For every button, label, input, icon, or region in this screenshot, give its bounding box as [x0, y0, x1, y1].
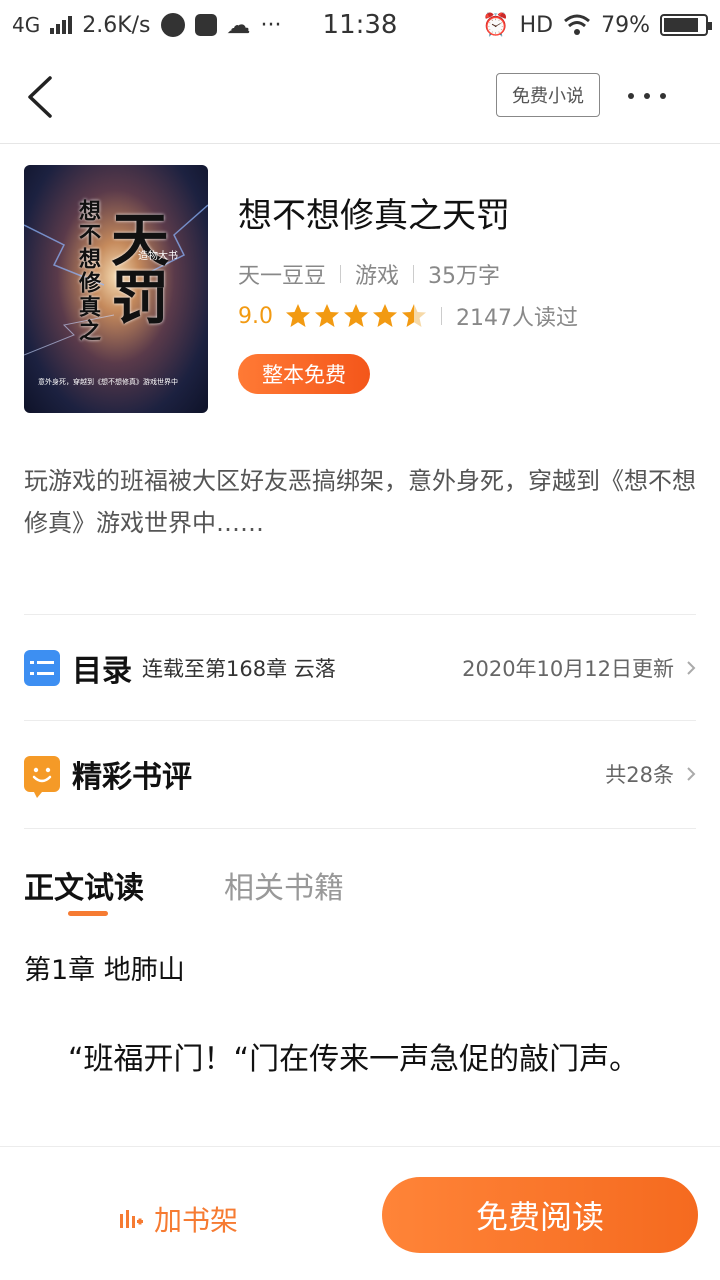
network-type: 4G	[12, 13, 41, 37]
toc-latest-chapter: 连载至第168章 云落	[142, 656, 336, 681]
alarm-icon: ⏰	[482, 12, 510, 38]
battery-icon	[660, 14, 712, 36]
content-tabs: 正文试读 相关书籍	[24, 828, 696, 918]
review-smile-icon	[24, 755, 60, 798]
star-icon	[373, 304, 397, 327]
add-to-shelf-label: 加书架	[154, 1204, 239, 1237]
star-icon	[315, 304, 339, 327]
star-rating	[285, 303, 427, 329]
book-title: 想不想修真之天罚	[238, 196, 510, 236]
active-tab-indicator	[68, 911, 108, 916]
book-score: 9.0	[238, 303, 273, 329]
wifi-icon	[564, 14, 591, 35]
bottom-bar: 加书架 免费阅读	[0, 1146, 720, 1280]
divider	[340, 265, 342, 283]
book-author[interactable]: 天一豆豆	[238, 258, 326, 290]
app-notification-icon	[194, 14, 217, 36]
tab-related-books[interactable]: 相关书籍	[224, 863, 344, 907]
status-bar: 4G 2.6K/s ☁ ··· 11:38 ⏰ HD 79%	[0, 0, 720, 50]
free-read-button[interactable]: 免费阅读	[382, 1177, 698, 1253]
cover-author: 造物大书	[138, 251, 178, 262]
back-arrow-icon[interactable]	[24, 74, 54, 120]
readers-count: 2147人读过	[456, 306, 578, 331]
divider	[413, 265, 415, 283]
reviews-count: 共28条	[605, 762, 674, 787]
book-word-count: 35万字	[428, 264, 501, 289]
cloud-icon: ☁	[226, 11, 251, 39]
preview-text: “班福开门！“门在传来一声急促的敲门声。	[68, 1042, 640, 1077]
chevron-right-icon	[687, 660, 696, 675]
star-icon	[286, 304, 310, 327]
network-speed: 2.6K/s	[82, 12, 151, 38]
divider	[441, 307, 442, 325]
star-icon	[344, 304, 368, 327]
toc-title: 目录	[72, 653, 132, 689]
cover-blurb: 意外身死，穿越到《想不想修真》游戏世界中	[38, 378, 178, 386]
chapter-title: 第1章 地肺山	[24, 955, 185, 986]
battery-percent: 79%	[601, 12, 650, 38]
tab-preview[interactable]: 正文试读	[24, 863, 144, 907]
book-cover[interactable]: 想不想修真之 天罚 造物大书 意外身死，穿越到《想不想修真》游戏世界中	[24, 165, 208, 413]
cover-subtitle: 想不想修真之	[75, 199, 101, 343]
toc-updated: 2020年10月12日更新	[462, 656, 674, 681]
rating-row: 9.0 2147人读过	[238, 300, 578, 332]
nav-bar	[0, 50, 720, 144]
more-options-icon[interactable]	[628, 93, 666, 99]
add-to-shelf-button[interactable]: 加书架	[118, 1199, 238, 1239]
free-badge: 整本免费	[238, 354, 370, 394]
bookshelf-icon	[120, 1210, 143, 1228]
book-meta: 天一豆豆 游戏 35万字	[238, 258, 500, 290]
star-icon	[402, 304, 426, 327]
toc-row[interactable]: 目录 连载至第168章 云落 2020年10月12日更新	[24, 614, 696, 720]
reviews-row[interactable]: 精彩书评 共28条	[24, 720, 696, 826]
cover-title: 天罚	[101, 209, 169, 325]
book-description[interactable]: 玩游戏的班福被大区好友恶搞绑架，意外身死，穿越到《想不想修真》游戏世界中……	[24, 460, 700, 544]
chevron-right-icon	[687, 766, 696, 781]
signal-icon	[50, 16, 73, 34]
planet-icon	[160, 13, 185, 37]
more-notifications-icon: ···	[260, 12, 282, 38]
reviews-title: 精彩书评	[72, 759, 192, 795]
free-novel-button[interactable]: 免费小说	[496, 73, 600, 117]
book-category[interactable]: 游戏	[355, 258, 399, 290]
list-icon	[24, 649, 60, 686]
hd-indicator: HD	[519, 12, 554, 38]
